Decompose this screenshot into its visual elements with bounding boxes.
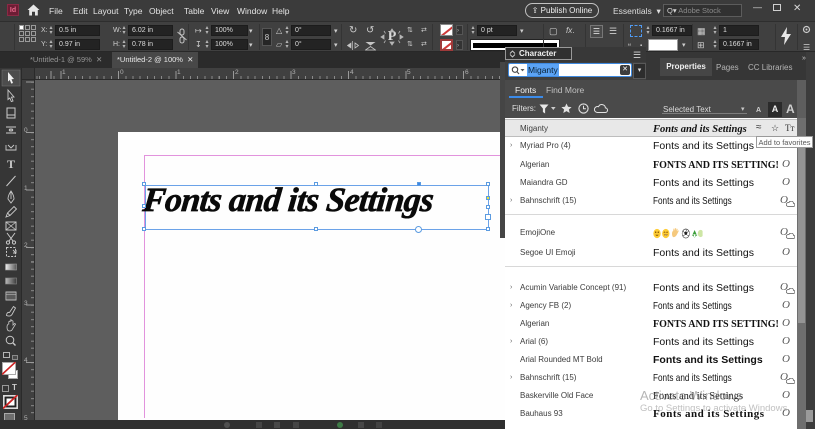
- svg-text:T: T: [7, 157, 15, 171]
- svg-text:Fonts and its Settings: Fonts and its Settings: [140, 182, 435, 219]
